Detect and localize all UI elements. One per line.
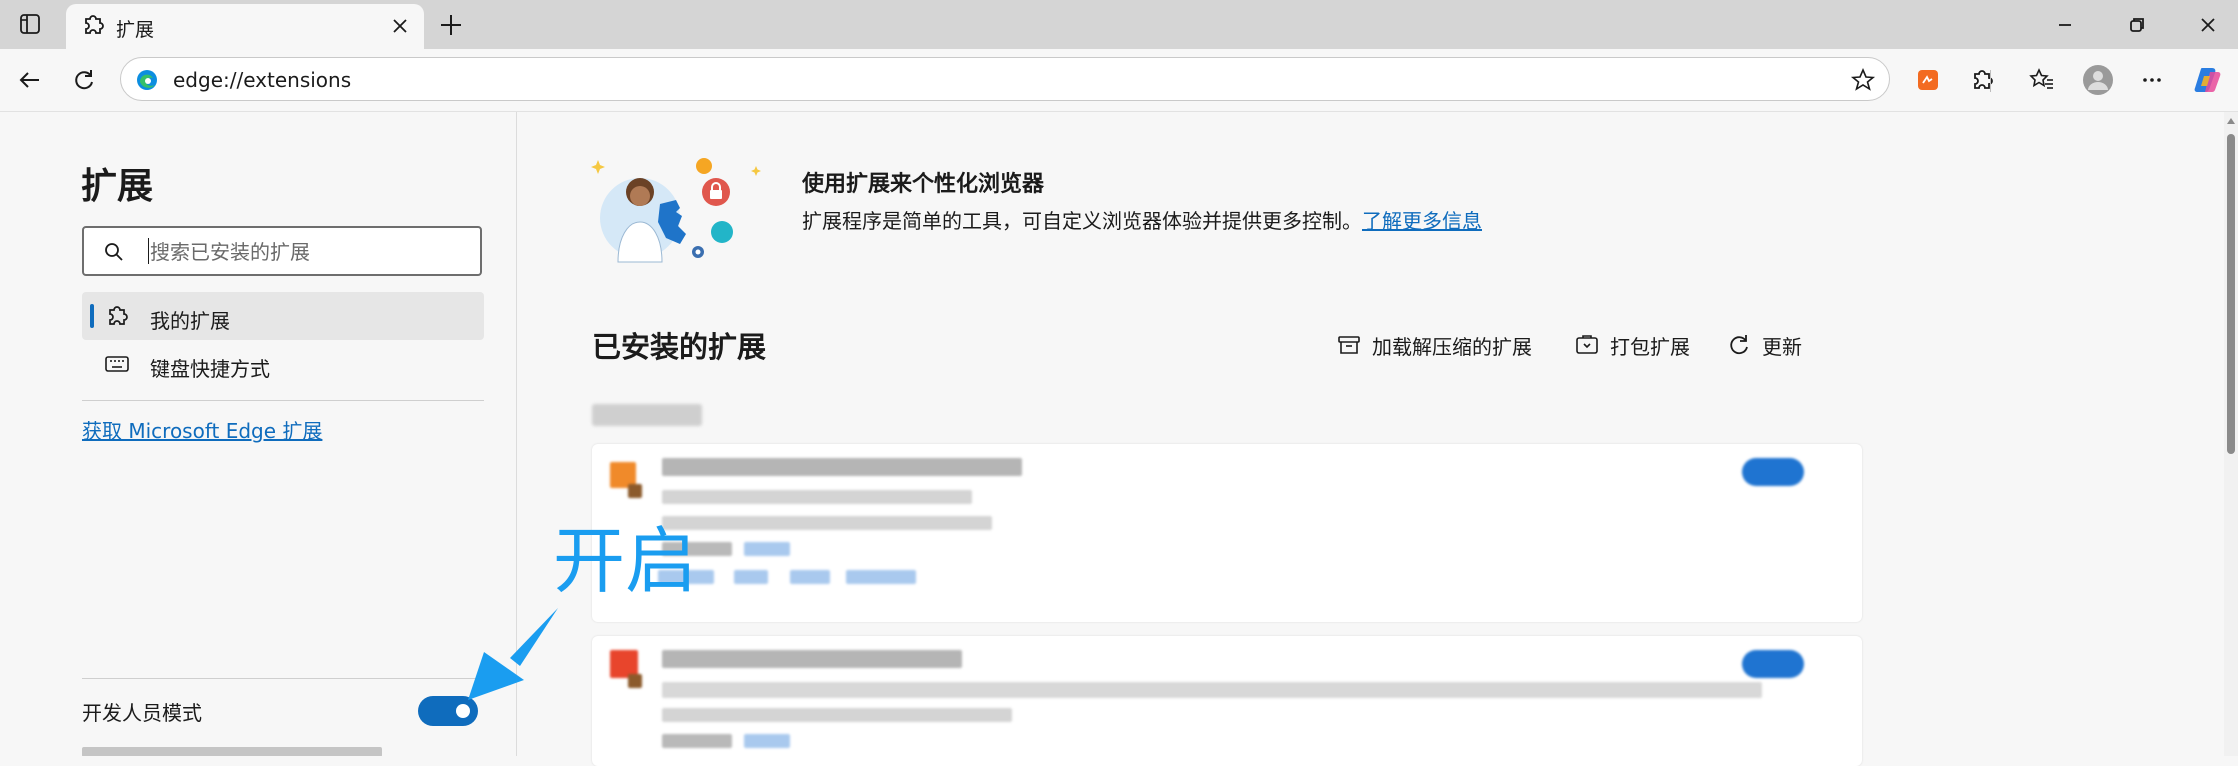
hero-illustration <box>591 158 761 263</box>
profile-icon[interactable] <box>2080 62 2116 98</box>
extension-link[interactable] <box>790 570 830 584</box>
extension-badge <box>628 484 642 498</box>
hero-desc-text: 扩展程序是简单的工具，可自定义浏览器体验并提供更多控制。 <box>802 209 1362 233</box>
annotation-label: 开启 <box>553 519 698 603</box>
close-icon[interactable] <box>386 12 414 40</box>
divider <box>82 400 484 401</box>
extension-link[interactable] <box>846 570 916 584</box>
puzzle-gear-icon <box>104 303 130 329</box>
extension-badge <box>628 674 642 688</box>
sidebar-item-label: 键盘快捷方式 <box>150 357 270 381</box>
load-unpacked-button[interactable]: 加载解压缩的扩展 <box>1336 330 1532 360</box>
search-box[interactable] <box>82 226 482 276</box>
extension-desc <box>662 516 992 530</box>
divider <box>82 678 484 679</box>
orange-extension-icon[interactable] <box>1910 62 1946 98</box>
hero-title: 使用扩展来个性化浏览器 <box>802 172 1045 197</box>
toolbar-divider <box>1990 70 1991 92</box>
extension-name <box>662 650 962 668</box>
extension-card[interactable] <box>592 636 1862 766</box>
learn-more-link[interactable]: 了解更多信息 <box>1362 209 1482 233</box>
navigation-bar: edge://extensions <box>0 49 2238 111</box>
plus-icon[interactable] <box>436 10 466 40</box>
extension-id-link <box>744 542 790 556</box>
load-unpacked-label: 加载解压缩的扩展 <box>1372 334 1532 359</box>
scroll-thumb[interactable] <box>2227 134 2235 454</box>
back-arrow-icon[interactable] <box>12 62 48 98</box>
page-title: 扩展 <box>81 166 154 207</box>
developer-mode-description-cut <box>82 742 412 756</box>
puzzle-gear-icon <box>80 12 108 40</box>
tab-extensions[interactable]: 扩展 <box>66 4 424 49</box>
sidebar-item-keyboard-shortcuts[interactable]: 键盘快捷方式 <box>82 340 484 388</box>
package-icon <box>1576 335 1598 354</box>
extension-desc <box>662 682 1762 698</box>
get-extensions-link[interactable]: 获取 Microsoft Edge 扩展 <box>82 415 322 444</box>
extension-card[interactable] <box>592 444 1862 622</box>
favorites-icon[interactable] <box>2024 62 2060 98</box>
tab-title: 扩展 <box>116 19 155 41</box>
puzzle-icon[interactable] <box>1964 62 2000 98</box>
search-icon <box>102 240 126 264</box>
annotation-arrow <box>468 608 558 700</box>
extension-name <box>662 458 1022 476</box>
title-bar: 扩展 <box>0 0 2238 49</box>
developer-mode-label: 开发人员模式 <box>82 701 202 725</box>
active-indicator <box>90 304 94 328</box>
extension-toggle[interactable] <box>1742 650 1804 678</box>
star-icon[interactable] <box>1849 66 1877 94</box>
extension-desc <box>662 490 972 504</box>
tab-actions-icon[interactable] <box>16 10 44 38</box>
installed-extensions-heading: 已安装的扩展 <box>592 330 767 364</box>
restore-icon[interactable] <box>2122 10 2152 40</box>
extension-desc <box>662 708 1012 722</box>
minimize-icon[interactable] <box>2050 10 2080 40</box>
extension-id-label <box>662 734 732 748</box>
box-icon <box>1338 336 1360 354</box>
main-panel: 使用扩展来个性化浏览器 扩展程序是简单的工具，可自定义浏览器体验并提供更多控制。… <box>518 112 2218 766</box>
extension-link[interactable] <box>734 570 768 584</box>
address-url: edge://extensions <box>173 68 352 92</box>
copilot-icon[interactable] <box>2190 62 2226 98</box>
pack-extension-label: 打包扩展 <box>1610 334 1690 359</box>
hero-description: 扩展程序是简单的工具，可自定义浏览器体验并提供更多控制。了解更多信息 <box>802 205 1482 234</box>
pack-extension-button[interactable]: 打包扩展 <box>1574 330 1690 360</box>
scrollbar[interactable] <box>2224 112 2238 756</box>
scroll-up-icon[interactable] <box>2226 116 2236 126</box>
update-label: 更新 <box>1762 334 1802 359</box>
update-button[interactable]: 更新 <box>1726 330 1802 360</box>
address-bar[interactable]: edge://extensions <box>120 57 1890 101</box>
blurred-section-heading <box>592 404 702 426</box>
refresh-icon <box>1730 335 1748 355</box>
sidebar-item-my-extensions[interactable]: 我的扩展 <box>82 292 484 340</box>
keyboard-icon <box>104 351 130 377</box>
close-window-icon[interactable] <box>2193 10 2223 40</box>
extension-toggle[interactable] <box>1742 458 1804 486</box>
more-icon[interactable] <box>2134 62 2170 98</box>
refresh-icon[interactable] <box>66 62 102 98</box>
extension-id-link <box>744 734 790 748</box>
search-input[interactable] <box>148 237 472 267</box>
sidebar-item-label: 我的扩展 <box>150 309 230 333</box>
edge-logo-icon <box>135 68 159 92</box>
page-content: 扩展 我的扩展 键盘快捷方式 获取 Microsoft Edge 扩展 开发人员… <box>0 111 2238 766</box>
